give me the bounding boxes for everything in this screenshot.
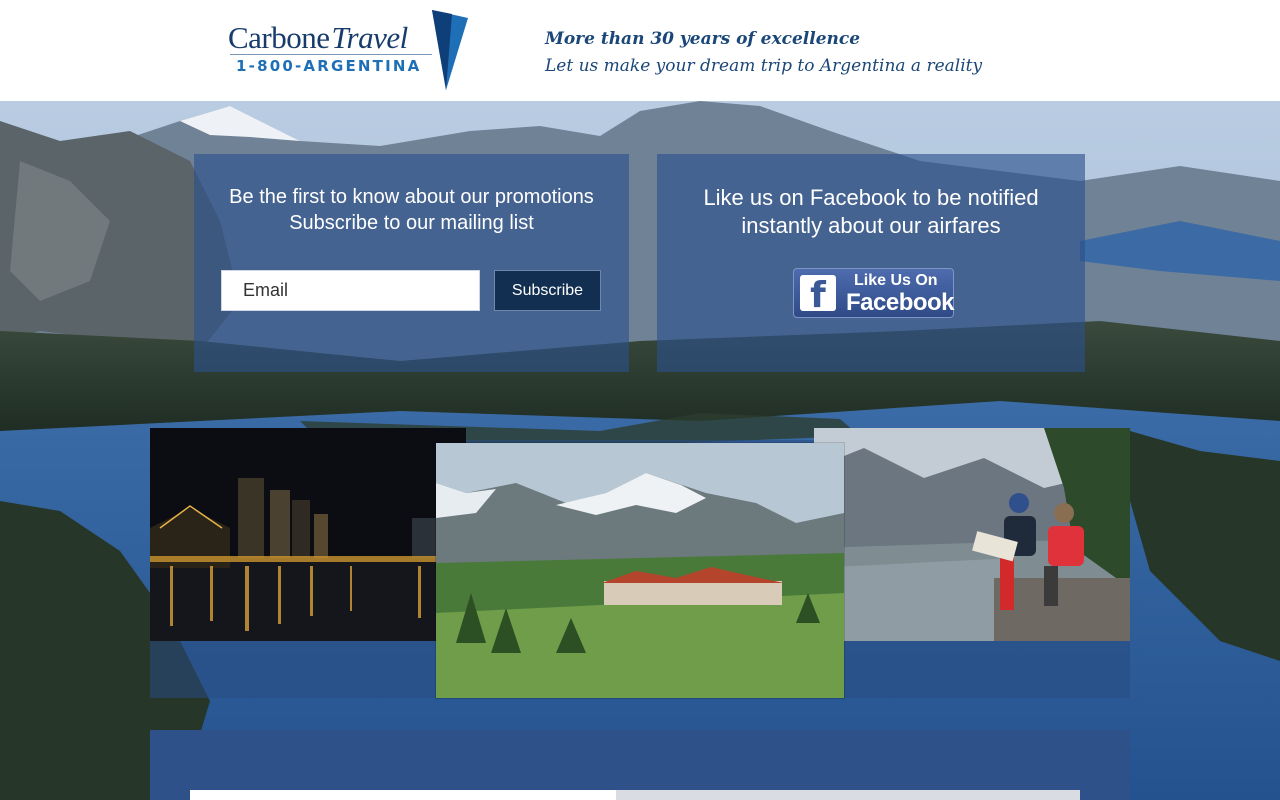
facebook-button-line2: Facebook [846, 289, 955, 316]
bottom-section [150, 730, 1130, 800]
facebook-heading-line1: Like us on Facebook to be notified [703, 185, 1039, 210]
logo-divider [230, 54, 432, 55]
facebook-panel: Like us on Facebook to be notified insta… [657, 154, 1085, 372]
photo-mountain-lodge[interactable] [436, 443, 844, 698]
email-input[interactable] [221, 270, 480, 311]
tagline-dream-trip: Let us make your dream trip to Argentina… [545, 56, 983, 76]
facebook-button-line1: Like Us On [854, 272, 938, 289]
facebook-heading: Like us on Facebook to be notified insta… [657, 184, 1085, 240]
photo-hikers-lake[interactable] [814, 428, 1130, 641]
newsletter-panel: Be the first to know about our promotion… [194, 154, 629, 372]
header-tagline: More than 30 years of excellence Let us … [545, 27, 982, 81]
facebook-heading-line2: instantly about our airfares [741, 213, 1001, 238]
logo-phone-number: 1-800-ARGENTINA [236, 57, 422, 75]
like-us-on-facebook-button[interactable]: f Like Us On Facebook [793, 268, 955, 318]
tagline-excellence: More than 30 years of excellence [545, 29, 861, 49]
facebook-f-icon: f [800, 275, 836, 311]
site-header: CarboneTravel 1-800-ARGENTINA More than … [0, 0, 1280, 101]
newsletter-heading-line2: Subscribe to our mailing list [289, 212, 534, 234]
newsletter-heading: Be the first to know about our promotion… [194, 184, 629, 236]
photo-night-city[interactable] [150, 428, 466, 641]
logo-wordmark: CarboneTravel [228, 20, 408, 55]
carbone-travel-logo[interactable]: CarboneTravel 1-800-ARGENTINA [226, 8, 471, 94]
bottom-card-left [190, 790, 616, 800]
logo-sail-icon [432, 10, 468, 90]
subscribe-button[interactable]: Subscribe [494, 270, 601, 311]
bottom-card-right [616, 790, 1080, 800]
newsletter-heading-line1: Be the first to know about our promotion… [229, 186, 594, 208]
